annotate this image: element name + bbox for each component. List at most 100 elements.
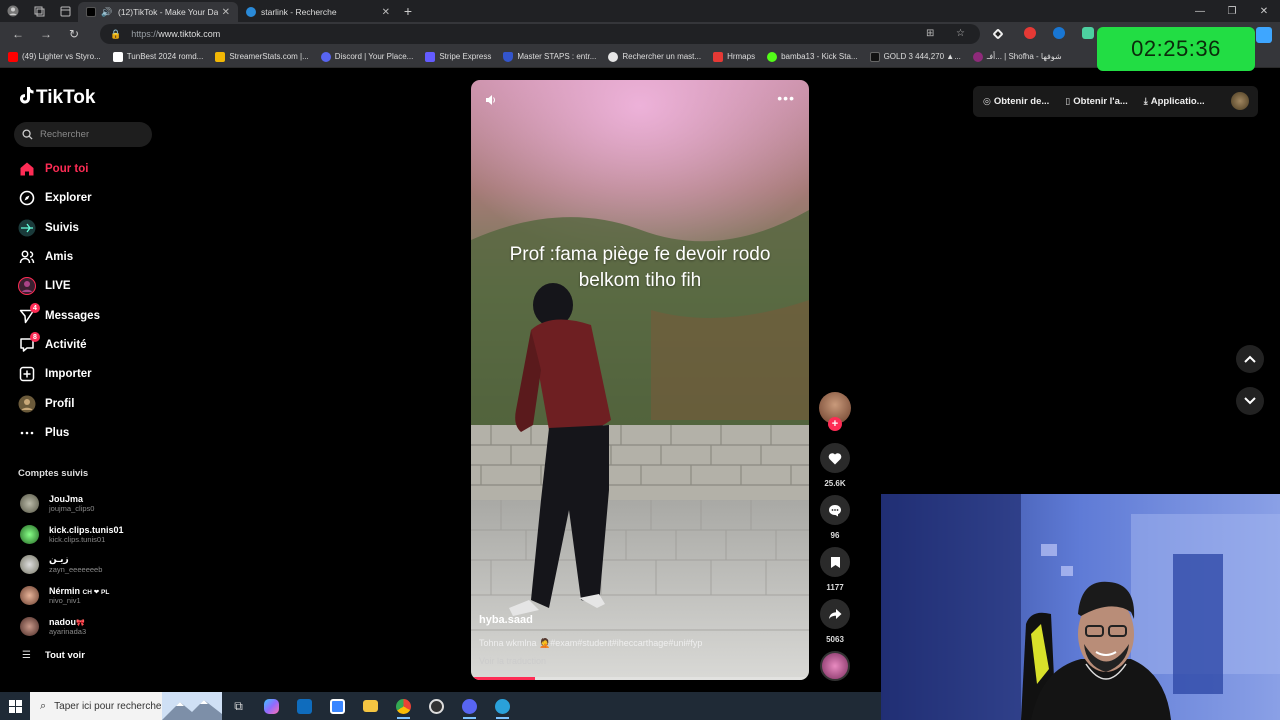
windows-start-icon[interactable] [0, 692, 30, 720]
tab-actions-icon[interactable] [52, 0, 78, 22]
minimize-icon[interactable]: — [1184, 0, 1216, 22]
bookmark-item[interactable]: TunBest 2024 romd... [112, 51, 203, 62]
avatar [20, 554, 39, 574]
workspaces-icon[interactable] [26, 0, 52, 22]
followed-account[interactable]: nadou🎀 ayarinada3 [20, 612, 86, 640]
webcam-feed [881, 494, 1280, 720]
app-install-icon[interactable]: ⊞ [926, 28, 938, 40]
top-action-bar: ◎ Obtenir de... ▯ Obtenir l'a... ⤓ Applicat… [973, 86, 1258, 117]
like-button[interactable] [820, 443, 850, 473]
lock-icon[interactable]: 🔒 [110, 29, 121, 40]
tab-tiktok[interactable]: 🔊 (12)TikTok - Make Your Day ✕ [78, 2, 238, 22]
chrome-icon[interactable] [387, 692, 420, 720]
nav-item-live[interactable]: LIVE [18, 275, 71, 297]
bookmark-item[interactable]: Rechercher un mast... [608, 51, 701, 62]
save-button[interactable] [820, 547, 850, 577]
bookmark-item[interactable]: أفـ... | Shofha - شوفها [972, 51, 1062, 62]
bookmark-item[interactable]: Master STAPS : entr... [503, 51, 596, 62]
taskbar-search-placeholder: Taper ici pour rechercher [54, 700, 165, 712]
phone-icon: ▯ [1065, 96, 1071, 106]
nav-item-profil[interactable]: Profil [18, 393, 74, 415]
outlook-icon[interactable] [288, 692, 321, 720]
nav-item-activite[interactable]: 8 Activité [18, 332, 87, 356]
address-bar[interactable]: 🔒 https:// www.tiktok.com ⊞ ☆ [100, 24, 980, 44]
music-disc-icon[interactable] [820, 651, 850, 681]
back-icon[interactable]: ← [4, 27, 32, 41]
url-protocol: https:// [131, 29, 159, 39]
close-window-icon[interactable]: ✕ [1248, 0, 1280, 22]
tab-title: (12)TikTok - Make Your Day [118, 7, 218, 17]
browser-tab-bar: 🔊 (12)TikTok - Make Your Day ✕ starlink … [0, 0, 1280, 22]
tiktok-logo[interactable]: TikTok [18, 86, 95, 110]
translate-link[interactable]: Voir la traduction [479, 656, 546, 666]
followed-accounts-title: Comptes suivis [18, 468, 89, 479]
follow-plus-icon[interactable]: + [828, 417, 842, 431]
share-button[interactable] [820, 599, 850, 629]
obs-icon[interactable] [420, 692, 453, 720]
heart-icon [828, 452, 842, 464]
close-tab-icon[interactable]: ✕ [382, 7, 390, 18]
bookmark-item[interactable]: Stripe Express [425, 51, 491, 62]
maximize-icon[interactable]: ❐ [1216, 0, 1248, 22]
followed-account[interactable]: Nérmin CH ❤ PL nivo_niv1 [20, 581, 109, 609]
taskbar-search-input[interactable]: ⌕ Taper ici pour rechercher [30, 692, 222, 720]
bookmark-item[interactable]: Discord | Your Place... [320, 51, 413, 62]
nav-item-plus[interactable]: Plus [18, 422, 69, 444]
video-author[interactable]: hyba.saad [479, 614, 533, 626]
explorer-icon[interactable] [354, 692, 387, 720]
nav-item-importer[interactable]: Importer [18, 363, 92, 385]
taskbar-search-icon: ⌕ [40, 699, 47, 712]
new-tab-button[interactable]: + [398, 3, 418, 19]
nav-item-pour-toi[interactable]: Pour toi [18, 158, 88, 180]
bookmark-item[interactable]: GOLD 3 444,270 ▲... [869, 51, 961, 62]
search-input[interactable]: Rechercher [14, 122, 152, 147]
nav-item-suivis[interactable]: Suivis [18, 217, 79, 239]
speaker-icon[interactable]: 🔊 [101, 7, 113, 17]
search-icon [22, 129, 33, 140]
more-options-icon[interactable]: ••• [777, 90, 795, 106]
nav-item-explorer[interactable]: Explorer [18, 187, 92, 209]
bookmark-star-icon[interactable]: ☆ [956, 28, 968, 40]
forward-icon[interactable]: → [32, 27, 60, 41]
reload-icon[interactable]: ↻ [60, 27, 88, 41]
profile-icon[interactable] [0, 0, 26, 22]
extension-icon[interactable] [1024, 27, 1036, 39]
get-coins-button[interactable]: ◎ Obtenir de... [983, 96, 1049, 107]
desktop-app-button[interactable]: ⤓ Applicatio... [1144, 96, 1205, 107]
windows-taskbar: ⌕ Taper ici pour rechercher ⧉ [0, 692, 881, 720]
extension-icon[interactable] [1256, 27, 1272, 43]
followed-account[interactable]: kick.clips.tunis01 kick.clips.tunis01 [20, 520, 124, 548]
stream-timer: 02:25:36 [1097, 27, 1255, 71]
next-video-button[interactable] [1236, 387, 1264, 415]
task-view-icon[interactable]: ⧉ [222, 692, 255, 720]
copilot-icon[interactable] [255, 692, 288, 720]
store-icon[interactable] [321, 692, 354, 720]
extension-icon[interactable] [1053, 27, 1065, 39]
extension-icon[interactable] [992, 28, 1004, 40]
comment-icon [829, 504, 841, 516]
bookmark-item[interactable]: StreamerStats.com |... [215, 51, 309, 62]
video-player[interactable]: Prof :fama piège fe devoir rodo belkom t… [471, 80, 809, 680]
video-progress-bar[interactable] [471, 677, 809, 680]
get-app-button[interactable]: ▯ Obtenir l'a... [1065, 96, 1127, 107]
close-tab-icon[interactable]: ✕ [222, 7, 230, 18]
user-avatar[interactable] [1231, 92, 1249, 110]
bookmark-item[interactable]: Hrmaps [713, 51, 755, 62]
tiktok-favicon-icon [86, 7, 96, 17]
nav-item-amis[interactable]: Amis [18, 246, 73, 268]
tab-starlink[interactable]: starlink - Recherche ✕ [238, 2, 398, 22]
discord-icon[interactable] [453, 692, 486, 720]
followed-account[interactable]: JouJma joujma_clips0 [20, 489, 94, 517]
comment-button[interactable] [820, 495, 850, 525]
extension-icon[interactable] [1082, 27, 1094, 39]
bookmark-item[interactable]: (49) Lighter vs Styro... [8, 51, 101, 62]
previous-video-button[interactable] [1236, 345, 1264, 373]
logo-text: TikTok [36, 87, 96, 108]
bookmark-item[interactable]: bamba13 - Kick Sta... [767, 51, 858, 62]
nav-item-messages[interactable]: 4 Messages [18, 303, 100, 327]
compass-icon [18, 189, 36, 207]
telegram-icon[interactable] [486, 692, 519, 720]
coin-icon: ◎ [983, 96, 991, 106]
followed-account[interactable]: زيـن zayn_eeeeeeeb [20, 550, 102, 578]
see-all-link[interactable]: ☰ Tout voir [22, 650, 85, 661]
